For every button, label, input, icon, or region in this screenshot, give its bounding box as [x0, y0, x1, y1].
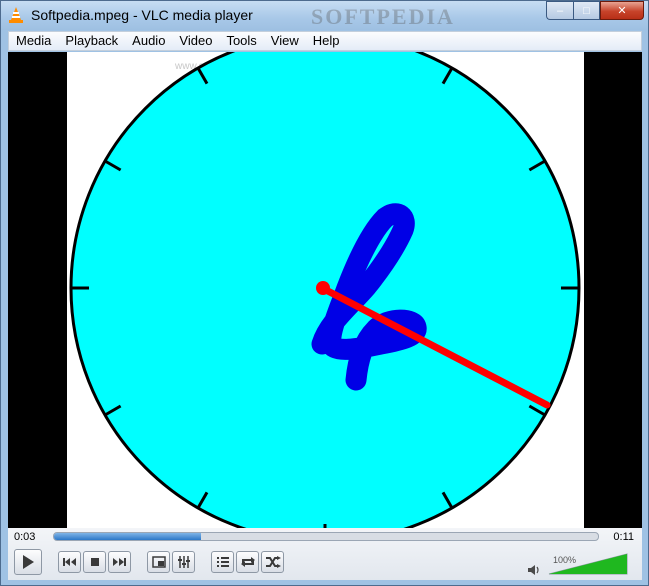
shuffle-icon: [265, 556, 281, 568]
previous-icon: [63, 558, 76, 566]
playlist-icon: [216, 557, 229, 567]
close-button[interactable]: ✕: [600, 1, 644, 20]
controls-panel: 0:03 0:11 100%: [8, 528, 642, 580]
extended-settings-icon: [177, 556, 190, 568]
time-elapsed: 0:03: [14, 531, 36, 543]
menu-playback[interactable]: Playback: [58, 32, 125, 50]
maximize-icon: □: [583, 4, 590, 17]
speaker-icon[interactable]: [527, 564, 541, 576]
minimize-button[interactable]: –: [546, 1, 573, 20]
clock-center-dot: [316, 281, 330, 295]
fullscreen-button[interactable]: [147, 551, 170, 573]
menu-bar: Media Playback Audio Video Tools View He…: [8, 31, 642, 51]
title-bar[interactable]: Softpedia.mpeg - VLC media player SOFTPE…: [1, 1, 648, 30]
time-total: 0:11: [613, 531, 634, 543]
maximize-button[interactable]: □: [573, 1, 600, 20]
menu-view[interactable]: View: [264, 32, 306, 50]
softpedia-watermark: SOFTPEDIA: [311, 4, 455, 29]
window-title: Softpedia.mpeg - VLC media player: [31, 7, 253, 23]
close-icon: ✕: [617, 5, 627, 17]
extended-settings-button[interactable]: [172, 551, 195, 573]
video-frame: www.softpedia.com: [67, 52, 584, 528]
playlist-button[interactable]: [211, 551, 234, 573]
video-output[interactable]: www.softpedia.com: [8, 52, 642, 528]
next-icon: [113, 558, 126, 566]
stop-icon: [90, 558, 99, 566]
shuffle-button[interactable]: [261, 551, 284, 573]
window-controls: – □ ✕: [546, 1, 644, 21]
menu-audio[interactable]: Audio: [125, 32, 172, 50]
loop-button[interactable]: [236, 551, 259, 573]
play-button[interactable]: [14, 549, 42, 575]
stop-button[interactable]: [83, 551, 106, 573]
menu-media[interactable]: Media: [9, 32, 58, 50]
menu-help[interactable]: Help: [306, 32, 347, 50]
seek-bar-progress: [54, 533, 201, 540]
seek-bar[interactable]: [53, 532, 599, 541]
clock-video-frame: www.softpedia.com: [69, 52, 581, 528]
fullscreen-icon: [151, 556, 166, 568]
loop-icon: [240, 557, 255, 567]
volume-slider[interactable]: [548, 552, 628, 576]
vlc-cone-icon: [9, 7, 23, 23]
menu-tools[interactable]: Tools: [219, 32, 263, 50]
vlc-window: Softpedia.mpeg - VLC media player SOFTPE…: [0, 0, 649, 586]
menu-video[interactable]: Video: [172, 32, 219, 50]
previous-button[interactable]: [58, 551, 81, 573]
minimize-icon: –: [556, 4, 564, 17]
play-icon: [23, 555, 34, 569]
next-button[interactable]: [108, 551, 131, 573]
